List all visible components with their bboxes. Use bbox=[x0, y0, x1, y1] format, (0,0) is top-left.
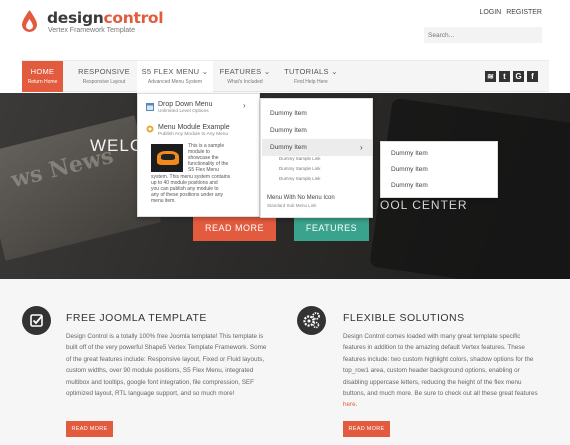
submenu3-item[interactable]: Dummy Item bbox=[391, 166, 428, 173]
facebook-icon[interactable]: f bbox=[527, 71, 538, 82]
hero-features-button[interactable]: FEATURES bbox=[294, 215, 369, 241]
feature-title: FREE JOOMLA TEMPLATE bbox=[66, 312, 207, 324]
rss-icon[interactable]: ≋ bbox=[485, 71, 496, 82]
site-header: designcontrol Vertex Framework Template … bbox=[0, 0, 570, 58]
menu-module-sub: Publish Any Module to Any Menu bbox=[158, 132, 229, 137]
nav-item-flex-menu[interactable]: S5 FLEX MENU ⌄ Advanced Menu System bbox=[137, 61, 213, 92]
chevron-right-icon: › bbox=[243, 101, 246, 110]
features-section: FREE JOOMLA TEMPLATE Design Control is a… bbox=[0, 279, 570, 445]
dropdown-menu-item[interactable]: Drop Down Menu Unlimited Level Options bbox=[158, 101, 212, 114]
feature-text: Design Control comes loaded with many gr… bbox=[343, 333, 538, 409]
chevron-down-icon: ⌄ bbox=[201, 67, 209, 76]
feature-title: FLEXIBLE SOLUTIONS bbox=[343, 312, 465, 324]
chevron-down-icon: ⌄ bbox=[331, 67, 338, 76]
module-thumbnail-image bbox=[151, 144, 183, 172]
flex-menu-dropdown: Drop Down Menu Unlimited Level Options ›… bbox=[137, 93, 260, 217]
chevron-right-icon: › bbox=[360, 143, 363, 152]
sample-link[interactable]: Dummy Sample Link bbox=[279, 176, 321, 181]
nav-item-home[interactable]: HOME Return Home bbox=[22, 61, 63, 92]
gears-icon bbox=[297, 306, 326, 335]
submenu-item[interactable]: Dummy Item bbox=[262, 105, 372, 122]
submenu3-item[interactable]: Dummy Item bbox=[391, 182, 428, 189]
submenu-item[interactable]: Dummy Item bbox=[262, 122, 372, 139]
nav-label: TUTORIALS ⌄ bbox=[284, 67, 338, 76]
nav-sublabel: What's Included bbox=[227, 79, 263, 85]
sample-link[interactable]: Dummy Sample Link bbox=[279, 166, 321, 171]
nav-label: S5 FLEX MENU ⌄ bbox=[141, 67, 209, 76]
search-input[interactable] bbox=[424, 27, 542, 43]
google-icon[interactable]: G bbox=[513, 71, 524, 82]
hero-title-right: OOL CENTER bbox=[380, 198, 468, 212]
nav-item-features[interactable]: FEATURES ⌄ What's Included bbox=[217, 61, 273, 92]
feature-text: Design Control is a totally 100% free Jo… bbox=[66, 333, 267, 398]
features-here-link[interactable]: here bbox=[343, 401, 356, 408]
no-icon-menu-title[interactable]: Menu With No Menu Icon bbox=[267, 195, 335, 201]
submenu-item-active[interactable]: Dummy Item › bbox=[262, 139, 372, 156]
menu-module-item[interactable]: Menu Module Example Publish Any Module t… bbox=[158, 124, 230, 137]
nav-sublabel: Advanced Menu System bbox=[147, 79, 203, 85]
dropdown-menu-title: Drop Down Menu bbox=[158, 101, 213, 108]
feature-read-more-button[interactable]: READ MORE bbox=[343, 421, 390, 437]
account-links: LOGIN REGISTER bbox=[476, 9, 542, 16]
brand-part2: control bbox=[103, 9, 164, 27]
login-link[interactable]: LOGIN bbox=[479, 9, 501, 16]
nav-sublabel: Responsive Layout bbox=[82, 79, 126, 85]
feature-read-more-button[interactable]: READ MORE bbox=[66, 421, 113, 437]
no-icon-menu-sub: Standard Sub Menu Link bbox=[267, 203, 317, 208]
nav-item-responsive[interactable]: RESPONSIVE Responsive Layout bbox=[72, 61, 136, 92]
nav-item-tutorials[interactable]: TUTORIALS ⌄ Find Help Here bbox=[280, 61, 342, 92]
chevron-down-icon: ⌄ bbox=[263, 67, 271, 76]
module-text-line: S5 Flex Menu bbox=[188, 167, 219, 173]
menu-module-title: Menu Module Example bbox=[158, 124, 230, 131]
nav-label: HOME bbox=[30, 67, 55, 76]
submenu-level3: Dummy Item Dummy Item Dummy Item bbox=[380, 141, 498, 198]
nav-sublabel: Return Home bbox=[27, 79, 58, 85]
menu-window-icon bbox=[146, 103, 154, 111]
main-nav: HOME Return Home RESPONSIVE Responsive L… bbox=[22, 60, 549, 92]
twitter-icon[interactable]: t bbox=[499, 71, 510, 82]
submenu-level2: Dummy Item Dummy Item Dummy Item › Dummy… bbox=[260, 98, 373, 218]
brand-part1: design bbox=[47, 9, 104, 27]
module-gear-icon bbox=[146, 125, 154, 133]
nav-sublabel: Find Help Here bbox=[294, 79, 328, 85]
hero-title: WELC bbox=[90, 136, 144, 155]
hero-read-more-button[interactable]: READ MORE bbox=[193, 215, 276, 241]
module-text-line: menu item. bbox=[151, 198, 176, 204]
sample-link[interactable]: Dummy Sample Link bbox=[279, 156, 321, 161]
brand-logo[interactable]: designcontrol bbox=[47, 9, 164, 27]
logo-drop-icon bbox=[22, 10, 37, 32]
nav-label: RESPONSIVE bbox=[78, 67, 130, 76]
submenu3-item[interactable]: Dummy Item bbox=[391, 150, 428, 157]
dropdown-menu-sub: Unlimited Level Options bbox=[158, 109, 209, 114]
brand-tagline: Vertex Framework Template bbox=[48, 27, 136, 34]
register-link[interactable]: REGISTER bbox=[506, 9, 542, 16]
nav-label: FEATURES ⌄ bbox=[219, 67, 271, 76]
checkbox-icon bbox=[22, 306, 51, 335]
